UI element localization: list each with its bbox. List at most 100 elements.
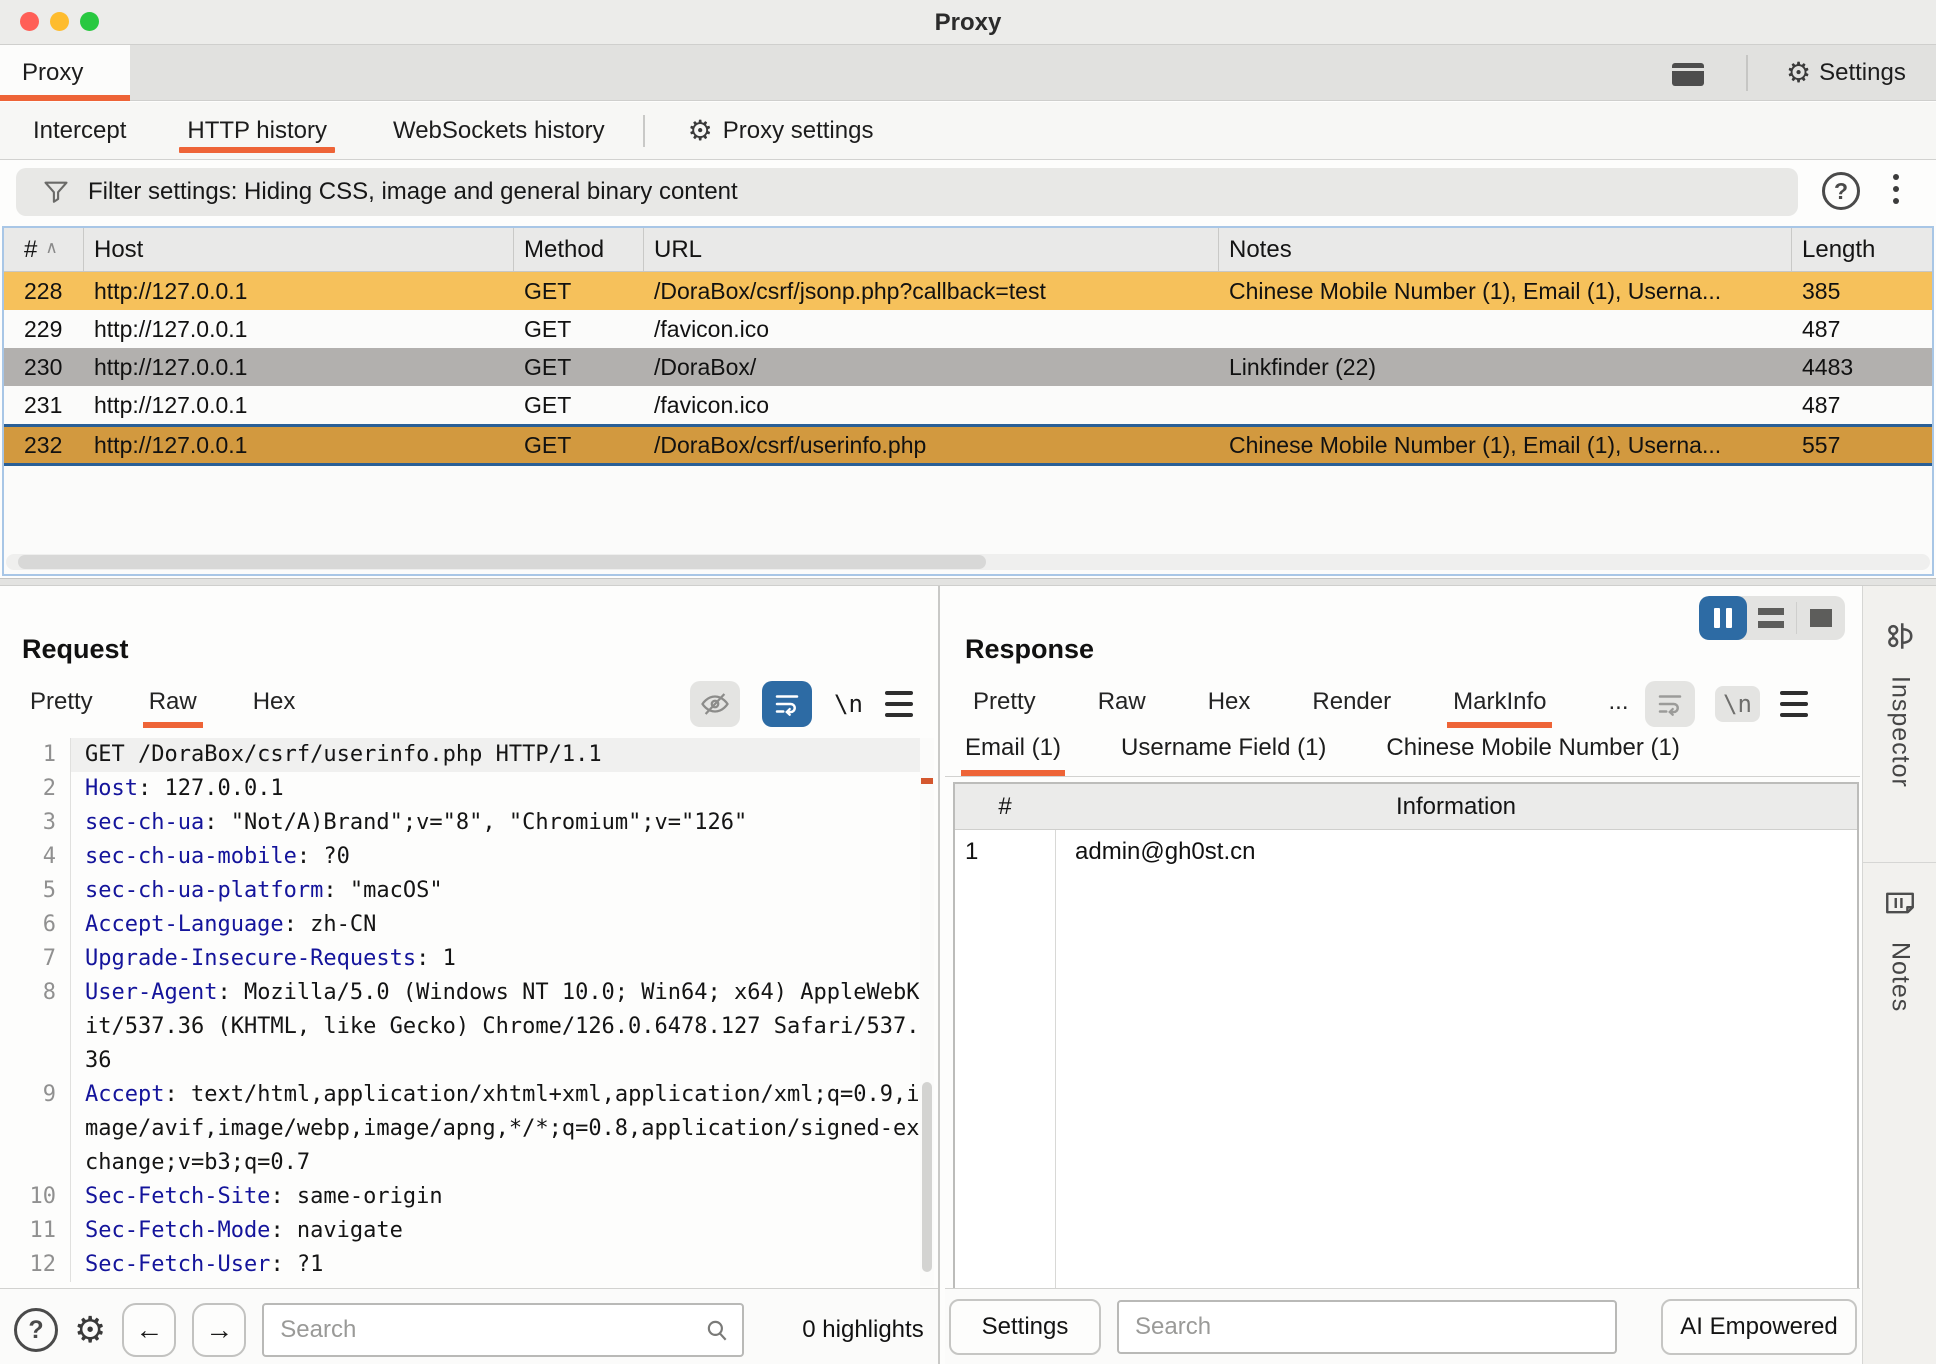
main-tab-bar: Proxy ⚙ Settings <box>0 45 1936 101</box>
request-line: 11Sec-Fetch-Mode: navigate <box>8 1214 920 1248</box>
markinfo-tab-email[interactable]: Email (1) <box>965 734 1061 776</box>
response-tab-hex[interactable]: Hex <box>1208 688 1251 728</box>
kebab-menu-icon[interactable] <box>1893 174 1899 204</box>
word-wrap-toggle[interactable] <box>1645 681 1695 727</box>
table-row[interactable]: 228 http://127.0.0.1 GET /DoraBox/csrf/j… <box>4 272 1932 310</box>
table-row[interactable]: 230 http://127.0.0.1 GET /DoraBox/ Linkf… <box>4 348 1932 386</box>
column-header-notes[interactable]: Notes <box>1219 228 1792 271</box>
markinfo-tab-username[interactable]: Username Field (1) <box>1121 734 1326 776</box>
request-tab-pretty[interactable]: Pretty <box>30 688 93 728</box>
request-response-divider[interactable] <box>938 586 940 1364</box>
pause-icon <box>1714 608 1732 628</box>
request-editor[interactable]: 1GET /DoraBox/csrf/userinfo.php HTTP/1.1… <box>8 738 920 1286</box>
filter-row: Filter settings: Hiding CSS, image and g… <box>0 161 1936 223</box>
request-line: 9Accept: text/html,application/xhtml+xml… <box>8 1078 920 1180</box>
tab-http-history[interactable]: HTTP history <box>179 102 335 159</box>
search-icon <box>704 1317 730 1343</box>
response-footer: Settings AI Empowered <box>945 1288 1860 1364</box>
request-panel-title: Request <box>22 634 129 665</box>
help-icon[interactable]: ? <box>14 1308 58 1352</box>
tabbar-separator <box>1746 55 1748 91</box>
ai-empowered-button[interactable]: AI Empowered <box>1661 1299 1857 1355</box>
equal-split-button[interactable] <box>1747 596 1795 640</box>
search-settings-gear-icon[interactable]: ⚙ <box>74 1312 106 1348</box>
word-wrap-icon <box>772 689 802 719</box>
response-tab-pretty[interactable]: Pretty <box>973 688 1036 728</box>
markinfo-tabs-border <box>945 776 1860 777</box>
sidebar-tab-notes[interactable]: Notes <box>1863 886 1936 1012</box>
gear-icon: ⚙ <box>688 117 713 145</box>
editor-scrollbar[interactable] <box>920 738 934 1286</box>
sidebar-tab-inspector[interactable]: Inspector <box>1863 618 1936 788</box>
settings-button[interactable]: ⚙ Settings <box>1786 53 1906 93</box>
markinfo-tab-mobile[interactable]: Chinese Mobile Number (1) <box>1386 734 1679 776</box>
next-match-button[interactable]: → <box>192 1303 246 1357</box>
response-tab-render[interactable]: Render <box>1312 688 1391 728</box>
markinfo-column-information[interactable]: Information <box>1055 784 1857 829</box>
request-line: 10Sec-Fetch-Site: same-origin <box>8 1180 920 1214</box>
markinfo-column-number[interactable]: # <box>955 784 1055 829</box>
window-title: Proxy <box>0 9 1936 37</box>
request-editor-toolbar: \n <box>690 681 913 727</box>
response-tab-markinfo[interactable]: MarkInfo <box>1453 688 1546 728</box>
sort-ascending-icon: ∧ <box>45 238 57 258</box>
table-row-selected[interactable]: 232 http://127.0.0.1 GET /DoraBox/csrf/u… <box>4 424 1932 466</box>
titlebar: Proxy <box>0 0 1936 45</box>
markinfo-category-tabs: Email (1) Username Field (1) Chinese Mob… <box>965 734 1680 776</box>
intercept-control <box>1699 596 1845 640</box>
tab-intercept[interactable]: Intercept <box>25 102 134 159</box>
previous-match-button[interactable]: ← <box>122 1303 176 1357</box>
column-header-url[interactable]: URL <box>644 228 1219 271</box>
hide-highlights-button[interactable] <box>690 681 740 727</box>
tab-proxy-settings[interactable]: ⚙ Proxy settings <box>680 102 882 159</box>
response-tab-raw[interactable]: Raw <box>1098 688 1146 728</box>
request-tab-hex[interactable]: Hex <box>253 688 296 728</box>
markinfo-row[interactable]: 1 admin@gh0st.cn <box>955 830 1857 874</box>
funnel-icon <box>42 178 70 206</box>
panel-splitter[interactable] <box>0 578 1936 586</box>
help-icon[interactable]: ? <box>1822 172 1860 210</box>
layout-icon[interactable] <box>1672 63 1704 86</box>
editor-menu-icon[interactable] <box>1780 691 1808 717</box>
word-wrap-icon <box>1655 689 1685 719</box>
tab-proxy[interactable]: Proxy <box>0 45 130 101</box>
response-tab-more[interactable]: ... <box>1608 688 1628 728</box>
scrollbar-thumb[interactable] <box>18 555 986 569</box>
word-wrap-toggle[interactable] <box>762 681 812 727</box>
request-line: 2Host: 127.0.0.1 <box>8 772 920 806</box>
scrollbar-highlight-marker <box>921 778 933 784</box>
response-panel: Response Pretty Raw Hex Render MarkInfo … <box>945 586 1860 1364</box>
table-row[interactable]: 231 http://127.0.0.1 GET /favicon.ico 48… <box>4 386 1932 424</box>
response-panel-title: Response <box>965 634 1094 665</box>
editor-menu-icon[interactable] <box>885 691 913 717</box>
tab-websockets-history[interactable]: WebSockets history <box>385 102 613 159</box>
search-input[interactable] <box>262 1303 744 1357</box>
request-tab-row: Pretty Raw Hex <box>30 688 295 728</box>
table-row[interactable]: 229 http://127.0.0.1 GET /favicon.ico 48… <box>4 310 1932 348</box>
subtab-separator <box>643 115 645 147</box>
filter-settings-bar[interactable]: Filter settings: Hiding CSS, image and g… <box>16 168 1798 216</box>
scrollbar-thumb[interactable] <box>922 1082 932 1272</box>
response-tab-row: Pretty Raw Hex Render MarkInfo ... <box>973 688 1629 728</box>
show-newlines-toggle[interactable]: \n <box>1715 686 1760 722</box>
history-table-header: # ∧ Host Method URL Notes Length <box>4 228 1932 272</box>
markinfo-settings-button[interactable]: Settings <box>949 1299 1101 1355</box>
request-tab-raw[interactable]: Raw <box>149 688 197 728</box>
right-sidebar: Inspector Notes <box>1862 586 1936 1364</box>
pause-button[interactable] <box>1699 596 1747 640</box>
search-input[interactable] <box>1117 1300 1617 1354</box>
stop-button[interactable] <box>1797 596 1845 640</box>
column-header-host[interactable]: Host <box>84 228 514 271</box>
proxy-app-window: Proxy Proxy ⚙ Settings Intercept HTTP hi… <box>0 0 1936 1364</box>
response-editor-toolbar: \n <box>1645 681 1808 727</box>
column-header-number[interactable]: # ∧ <box>4 228 84 271</box>
eye-off-icon <box>700 689 730 719</box>
response-search <box>1117 1300 1617 1354</box>
equal-icon <box>1758 608 1784 628</box>
horizontal-scrollbar[interactable] <box>6 554 1930 570</box>
http-history-table: # ∧ Host Method URL Notes Length 228 htt… <box>2 226 1934 576</box>
column-divider <box>1055 830 1056 1288</box>
show-newlines-toggle[interactable]: \n <box>834 690 863 718</box>
column-header-method[interactable]: Method <box>514 228 644 271</box>
column-header-length[interactable]: Length <box>1792 228 1932 271</box>
